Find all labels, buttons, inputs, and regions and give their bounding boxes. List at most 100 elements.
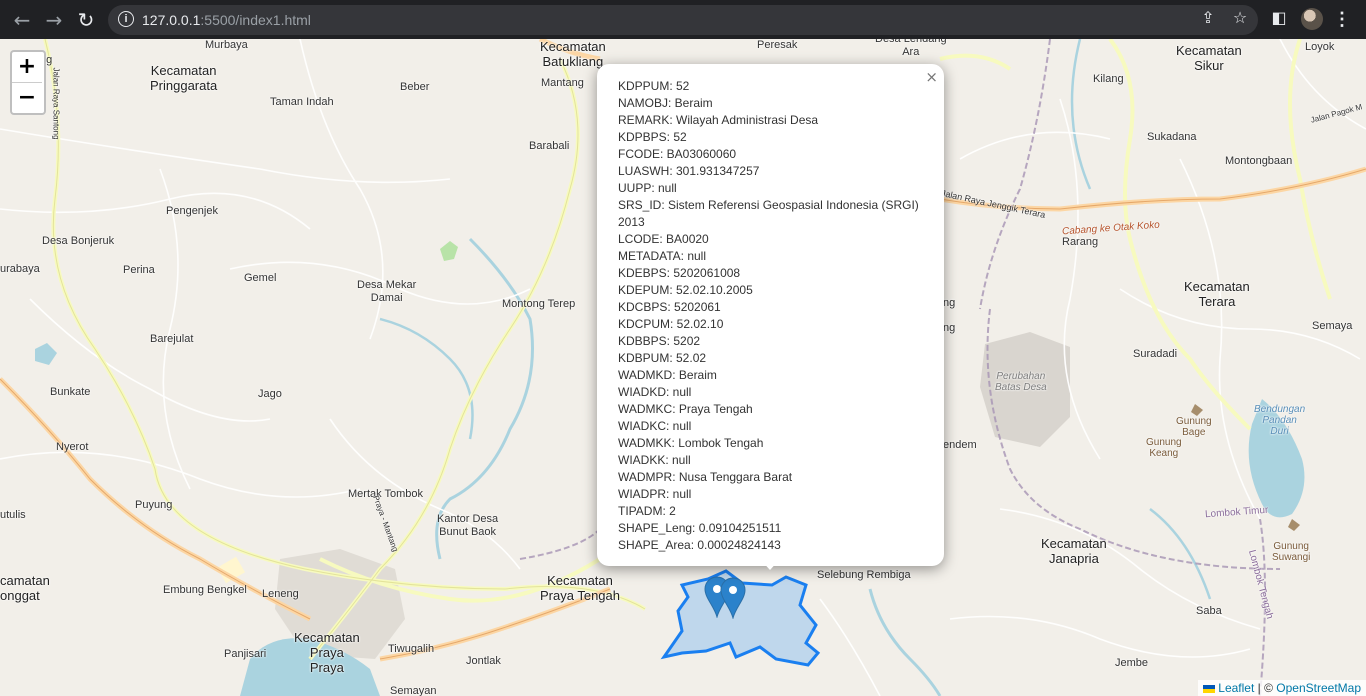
map-label: Puyung (135, 499, 173, 511)
map-label: Desa Mekar Damai (357, 279, 417, 304)
profile-avatar[interactable] (1301, 8, 1323, 30)
url-path: :5500/index1.html (200, 12, 311, 28)
map-label: Jembe (1115, 657, 1149, 669)
map-label: Perubahan Batas Desa (995, 371, 1047, 393)
map-label: Bendungan Pandan Duri (1254, 404, 1306, 437)
popup-field: WADMKC: Praya Tengah (618, 402, 753, 416)
popup-field: KDBPUM: 52.02 (618, 351, 707, 365)
openstreetmap-link[interactable]: OpenStreetMap (1276, 681, 1361, 695)
map-label: Kantor Desa Bunut Baok (437, 513, 499, 538)
map-label: Kilang (1093, 73, 1124, 85)
map-label: Kecamatan Praya Tengah (540, 573, 620, 603)
map-attribution: Leaflet | © OpenStreetMap (1198, 680, 1366, 696)
map-label: Panjisari (224, 648, 267, 660)
url-host: 127.0.0.1 (142, 12, 201, 28)
map-label: Leneng (262, 588, 299, 600)
map-label: Suradadi (1133, 348, 1178, 360)
popup-field: KDEBPS: 5202061008 (618, 266, 741, 280)
popup-field: WADMKD: Beraim (618, 368, 717, 382)
popup-field: LUASWH: 301.931347257 (618, 164, 760, 178)
back-arrow-icon[interactable]: ← (10, 8, 34, 32)
leaflet-link[interactable]: Leaflet (1218, 681, 1254, 695)
popup-field: WIADKD: null (618, 385, 692, 399)
popup-field: WADMKK: Lombok Tengah (618, 436, 764, 450)
map-label: Desa Lendang Ara (875, 39, 947, 58)
popup-close-button[interactable]: × (925, 68, 938, 86)
popup-tip (760, 559, 780, 570)
popup-field: FCODE: BA03060060 (618, 147, 737, 161)
map-label: Jontlak (466, 655, 501, 667)
popup-field: WIADKK: null (618, 453, 691, 467)
popup-field: KDCBPS: 5202061 (618, 300, 721, 314)
map-label: urabaya (0, 263, 40, 275)
map-label: Kecamatan Terara (1184, 279, 1250, 309)
map-label: Tiwugalih (388, 643, 435, 655)
forward-arrow-icon[interactable]: → (42, 8, 66, 32)
popup-field: SHAPE_Area: 0.00024824143 (618, 538, 781, 552)
map-label: Barejulat (150, 333, 194, 345)
reload-icon[interactable]: ↻ (74, 8, 98, 32)
map-label: endem (943, 439, 977, 451)
map-label: camatan onggat (0, 573, 50, 603)
map-label: Kecamatan Janapria (1041, 536, 1107, 566)
share-icon[interactable]: ⇪ (1198, 8, 1218, 28)
map-label: Rarang (1062, 236, 1099, 248)
map-label: Taman Indah (270, 96, 334, 108)
map-label: Jalan Raya Santong (51, 67, 61, 140)
popup-field: REMARK: Wilayah Administrasi Desa (618, 113, 819, 127)
side-panel-icon[interactable]: ◧ (1269, 8, 1289, 28)
map-label: Embung Bengkel (163, 584, 247, 596)
map-label: Pengenjek (166, 205, 218, 217)
map-label: ng (943, 322, 956, 334)
map-container[interactable]: Murbaya Kecamatan Pringgarata Taman Inda… (0, 39, 1366, 696)
popup-field: KDCPUM: 52.02.10 (618, 317, 724, 331)
map-label: Beber (400, 81, 430, 93)
site-info-icon[interactable]: i (118, 11, 134, 27)
popup-field: SRS_ID: Sistem Referensi Geospasial Indo… (618, 198, 919, 229)
map-label: Barabali (529, 140, 570, 152)
popup-field: UUPP: null (618, 181, 677, 195)
popup-content: KDPPUM: 52 NAMOBJ: Beraim REMARK: Wilayah … (618, 78, 923, 554)
popup-field: KDEPUM: 52.02.10.2005 (618, 283, 753, 297)
map-label: Bunkate (50, 386, 91, 398)
map-marker-icon[interactable] (720, 577, 746, 619)
map-label: utulis (0, 509, 26, 521)
zoom-out-button[interactable]: − (12, 83, 42, 113)
map-label: Kecamatan Batukliang (540, 39, 606, 69)
zoom-in-button[interactable]: + (12, 52, 42, 83)
map-label: Kecamatan Praya Praya (294, 630, 360, 675)
address-bar[interactable]: i 127.0.0.1:5500/index1.html (108, 5, 1258, 35)
map-label: Kecamatan Sikur (1176, 43, 1242, 73)
map-label: Desa Bonjeruk (42, 235, 115, 247)
map-label: Semaya (1312, 320, 1353, 332)
menu-kebab-icon[interactable]: ⋮ (1333, 8, 1351, 30)
popup-field: WADMPR: Nusa Tenggara Barat (618, 470, 793, 484)
attribution-separator: | © (1254, 681, 1277, 695)
popup-field: LCODE: BA0020 (618, 232, 709, 246)
browser-toolbar: ← → ↻ i 127.0.0.1:5500/index1.html ⇪ ☆ ◧… (0, 0, 1366, 39)
map-label: Murbaya (205, 39, 248, 51)
map-label: Kecamatan Pringgarata (150, 63, 218, 93)
bookmark-star-icon[interactable]: ☆ (1230, 8, 1250, 28)
map-label: Gemel (244, 272, 277, 284)
url-text[interactable]: 127.0.0.1:5500/index1.html (142, 12, 311, 28)
map-label: Mantang (541, 77, 584, 89)
map-label: Nyerot (56, 441, 89, 453)
map-label: Perina (123, 264, 155, 276)
map-label: Gunung Bage (1176, 416, 1212, 438)
popup-field: NAMOBJ: Beraim (618, 96, 713, 110)
ukraine-flag-icon (1203, 684, 1216, 693)
popup-field: WIADPR: null (618, 487, 692, 501)
map-label: ng (943, 297, 956, 309)
popup-field: SHAPE_Leng: 0.09104251511 (618, 521, 782, 535)
popup-field: KDPPUM: 52 (618, 79, 690, 93)
map-label: Gunung Keang (1146, 437, 1182, 459)
popup-field: TIPADM: 2 (618, 504, 676, 518)
popup-field: KDBBPS: 5202 (618, 334, 701, 348)
map-label: Selebung Rembiga (817, 569, 911, 581)
map-label: Sukadana (1147, 131, 1197, 143)
map-label: Gunung Suwangi (1272, 541, 1311, 563)
feature-popup: × KDPPUM: 52 NAMOBJ: Beraim REMARK: Wilaya… (597, 64, 944, 566)
popup-field: WIADKC: null (618, 419, 692, 433)
map-label: Montongbaan (1225, 155, 1293, 167)
